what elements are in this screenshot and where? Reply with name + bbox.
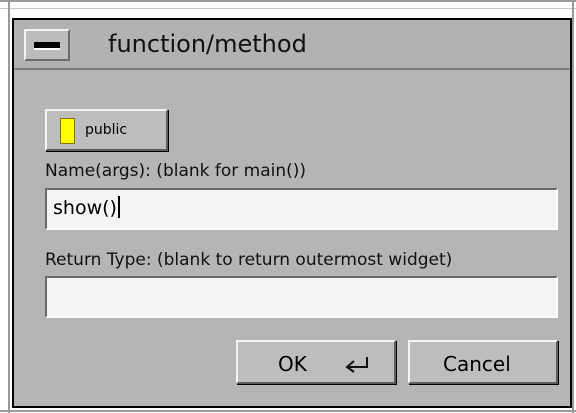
cancel-button[interactable]: Cancel (408, 340, 558, 384)
title-bar[interactable]: function/method (14, 20, 570, 70)
window-menu-icon[interactable] (24, 29, 70, 61)
ok-button[interactable]: OK (236, 340, 396, 384)
public-indicator-light (60, 118, 75, 144)
public-button-label: public (85, 122, 128, 138)
ok-button-label: OK (278, 352, 307, 376)
cancel-button-label: Cancel (443, 352, 511, 376)
public-toggle-button[interactable]: public (45, 109, 168, 151)
window-title: function/method (108, 30, 307, 58)
return-type-input[interactable] (45, 276, 558, 318)
name-field-label: Name(args): (blank for main()) (45, 161, 307, 181)
function-method-dialog: function/method public Name(args): (blan… (12, 18, 572, 408)
text-caret (117, 196, 120, 218)
return-key-icon (345, 357, 368, 373)
name-input[interactable]: show() (45, 188, 558, 230)
name-input-value: show() (53, 197, 117, 219)
return-type-label: Return Type: (blank to return outermost … (45, 250, 453, 270)
